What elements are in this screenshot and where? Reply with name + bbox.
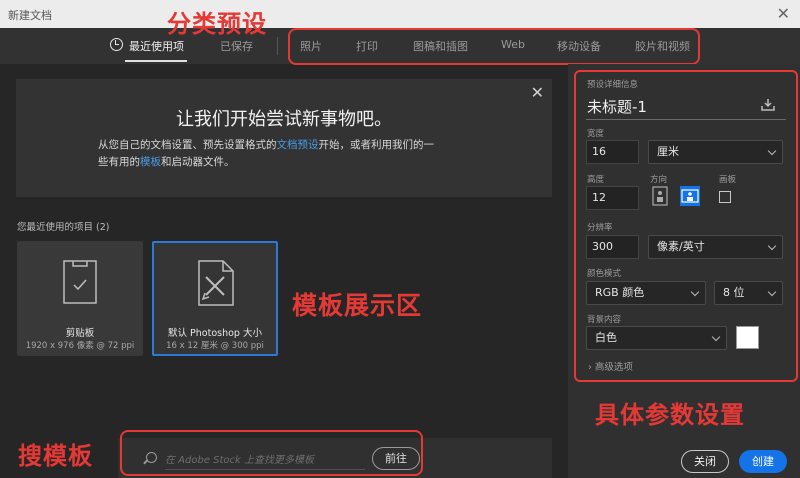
background-color-swatch[interactable] <box>736 326 759 349</box>
window-close-icon[interactable]: ✕ <box>777 4 790 23</box>
width-label: 宽度 <box>587 129 605 139</box>
background-value: 白色 <box>595 331 617 344</box>
chevron-down-icon <box>767 241 777 251</box>
resolution-label: 分辨率 <box>587 223 613 233</box>
stock-go-button[interactable]: 前往 <box>372 447 420 470</box>
annotation-search-template: 搜模板 <box>18 442 93 470</box>
stock-search-input[interactable]: 在 Adobe Stock 上查找更多模板 <box>165 451 365 470</box>
chevron-right-icon: › <box>588 362 592 373</box>
annotation-category-presets: 分类预设 <box>167 10 267 38</box>
resolution-unit-select[interactable]: 像素/英寸 <box>648 235 783 259</box>
tab-saved[interactable]: 已保存 <box>220 38 253 54</box>
card-size: 1920 x 976 像素 @ 72 ppi <box>25 341 135 351</box>
window-titlebar: 新建文档 ✕ <box>0 0 800 28</box>
document-presets-link[interactable]: 文档预设 <box>277 139 319 151</box>
search-icon <box>146 452 157 463</box>
annotation-detail-settings: 具体参数设置 <box>595 401 745 429</box>
resolution-input[interactable]: 300 <box>586 235 639 259</box>
recent-items-label: 您最近使用的项目 (2) <box>17 222 110 233</box>
width-input[interactable]: 16 <box>586 140 639 164</box>
template-doc-icon <box>198 260 234 306</box>
portrait-orientation-icon[interactable] <box>650 186 670 206</box>
templates-link[interactable]: 模板 <box>140 156 161 168</box>
chevron-down-icon <box>767 287 777 297</box>
create-button[interactable]: 创建 <box>739 450 787 473</box>
document-name-underline <box>586 119 786 120</box>
background-select[interactable]: 白色 <box>586 326 727 350</box>
card-title: 剪贴板 <box>65 328 95 339</box>
clipboard-doc-icon <box>63 260 97 304</box>
color-mode-label: 颜色模式 <box>587 269 622 279</box>
banner-text: 从您自己的文档设置、预先设置格式的文档预设开始，或者利用我们的一 些有用的模板和… <box>98 137 478 171</box>
width-unit-value: 厘米 <box>657 145 679 158</box>
artboard-label: 画板 <box>719 175 737 185</box>
tab-active-underline <box>125 60 187 62</box>
annotation-template-area: 模板展示区 <box>292 291 423 320</box>
banner-text-part: 开始，或者利用我们的一 <box>318 139 435 151</box>
banner-text-part: 从您自己的文档设置、预先设置格式的 <box>98 139 277 151</box>
banner-title: 让我们开始尝试新事物吧。 <box>176 109 392 130</box>
banner-close-icon[interactable]: ✕ <box>531 83 544 102</box>
clock-icon <box>110 38 123 51</box>
advanced-options-label: 高级选项 <box>594 362 633 373</box>
close-button[interactable]: 关闭 <box>681 450 729 473</box>
height-input[interactable]: 12 <box>586 186 639 210</box>
landscape-orientation-icon[interactable] <box>680 186 700 206</box>
banner-text-part: 和启动器文件。 <box>161 156 235 168</box>
tab-divider <box>277 37 278 55</box>
color-mode-value: RGB 颜色 <box>595 286 645 299</box>
bit-depth-value: 8 位 <box>723 286 745 299</box>
banner-text-part: 些有用的 <box>98 156 140 168</box>
annotation-box-presets <box>288 28 700 65</box>
card-size: 16 x 12 厘米 @ 300 ppi <box>166 341 264 351</box>
tab-recent[interactable]: 最近使用项 <box>129 38 184 54</box>
recent-item-default-photoshop[interactable]: 默认 Photoshop 大小 16 x 12 厘米 @ 300 ppi <box>152 241 278 356</box>
card-title: 默认 Photoshop 大小 <box>168 328 262 339</box>
artboard-checkbox[interactable] <box>719 191 731 203</box>
height-label: 高度 <box>587 175 605 185</box>
window-title: 新建文档 <box>8 9 52 22</box>
background-label: 背景内容 <box>587 315 622 325</box>
orientation-label: 方向 <box>650 175 668 185</box>
chevron-down-icon <box>767 146 777 156</box>
width-unit-select[interactable]: 厘米 <box>648 140 783 164</box>
save-preset-icon[interactable] <box>761 99 775 111</box>
recent-item-clipboard[interactable]: 剪贴板 1920 x 976 像素 @ 72 ppi <box>17 241 143 356</box>
bit-depth-select[interactable]: 8 位 <box>714 281 783 305</box>
resolution-unit-value: 像素/英寸 <box>657 240 705 253</box>
preset-details-header: 预设详细信息 <box>587 80 639 90</box>
welcome-banner: 让我们开始尝试新事物吧。 从您自己的文档设置、预先设置格式的文档预设开始，或者利… <box>16 79 552 197</box>
chevron-down-icon <box>711 332 721 342</box>
advanced-options-toggle[interactable]: › 高级选项 <box>588 359 633 373</box>
chevron-down-icon <box>690 287 700 297</box>
color-mode-select[interactable]: RGB 颜色 <box>586 281 706 305</box>
document-name-input[interactable]: 未标题-1 <box>587 96 647 117</box>
